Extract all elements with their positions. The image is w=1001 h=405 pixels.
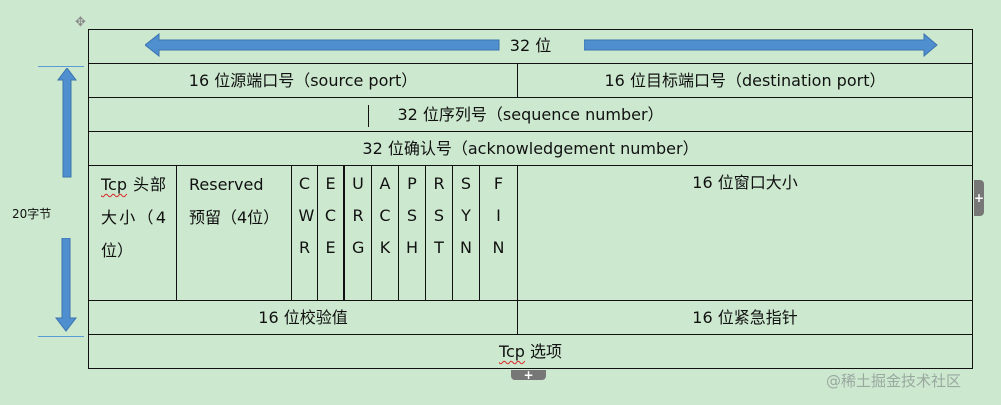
flag-syn: SYN xyxy=(452,165,480,301)
width-row: 32 位 xyxy=(88,29,973,64)
destination-port-cell: 16 位目标端口号（destination port） xyxy=(517,63,973,98)
source-port-cell: 16 位源端口号（source port） xyxy=(88,63,518,98)
table-move-handle-icon[interactable]: ✥ xyxy=(75,15,86,30)
flag-cwr: CWR xyxy=(291,165,318,301)
up-arrow-icon xyxy=(57,68,77,178)
add-row-button[interactable]: + xyxy=(511,369,546,381)
add-column-button[interactable]: + xyxy=(974,180,984,216)
window-size-cell: 16 位窗口大小 xyxy=(517,165,973,301)
flag-psh: PSH xyxy=(398,165,426,301)
header-length-label: 20字节 xyxy=(12,207,52,221)
flag-fin: FIN xyxy=(479,165,518,301)
watermark: @稀土掘金技术社区 xyxy=(826,372,962,390)
sequence-number-cell: 32 位序列号（sequence number） xyxy=(88,97,973,132)
flag-urg: URG xyxy=(344,165,372,301)
width-label: 32 位 xyxy=(501,36,560,55)
options-cell: Tcp 选项 xyxy=(88,334,973,369)
flag-rst: RST xyxy=(425,165,453,301)
ack-number-cell: 32 位确认号（acknowledgement number） xyxy=(88,131,973,166)
reserved-cell: Reserved 预留（4位） xyxy=(176,165,292,301)
header-length-cell: Tcp 头部 大小（4位） xyxy=(88,165,177,301)
flag-ece: ECE xyxy=(317,165,344,301)
flag-ack: ACK xyxy=(371,165,399,301)
side-bottom-line xyxy=(38,336,84,337)
down-arrow-icon xyxy=(55,238,77,332)
urgent-pointer-cell: 16 位紧急指针 xyxy=(517,300,973,335)
checksum-cell: 16 位校验值 xyxy=(88,300,518,335)
text-cursor xyxy=(368,105,369,127)
side-top-line xyxy=(38,66,84,67)
